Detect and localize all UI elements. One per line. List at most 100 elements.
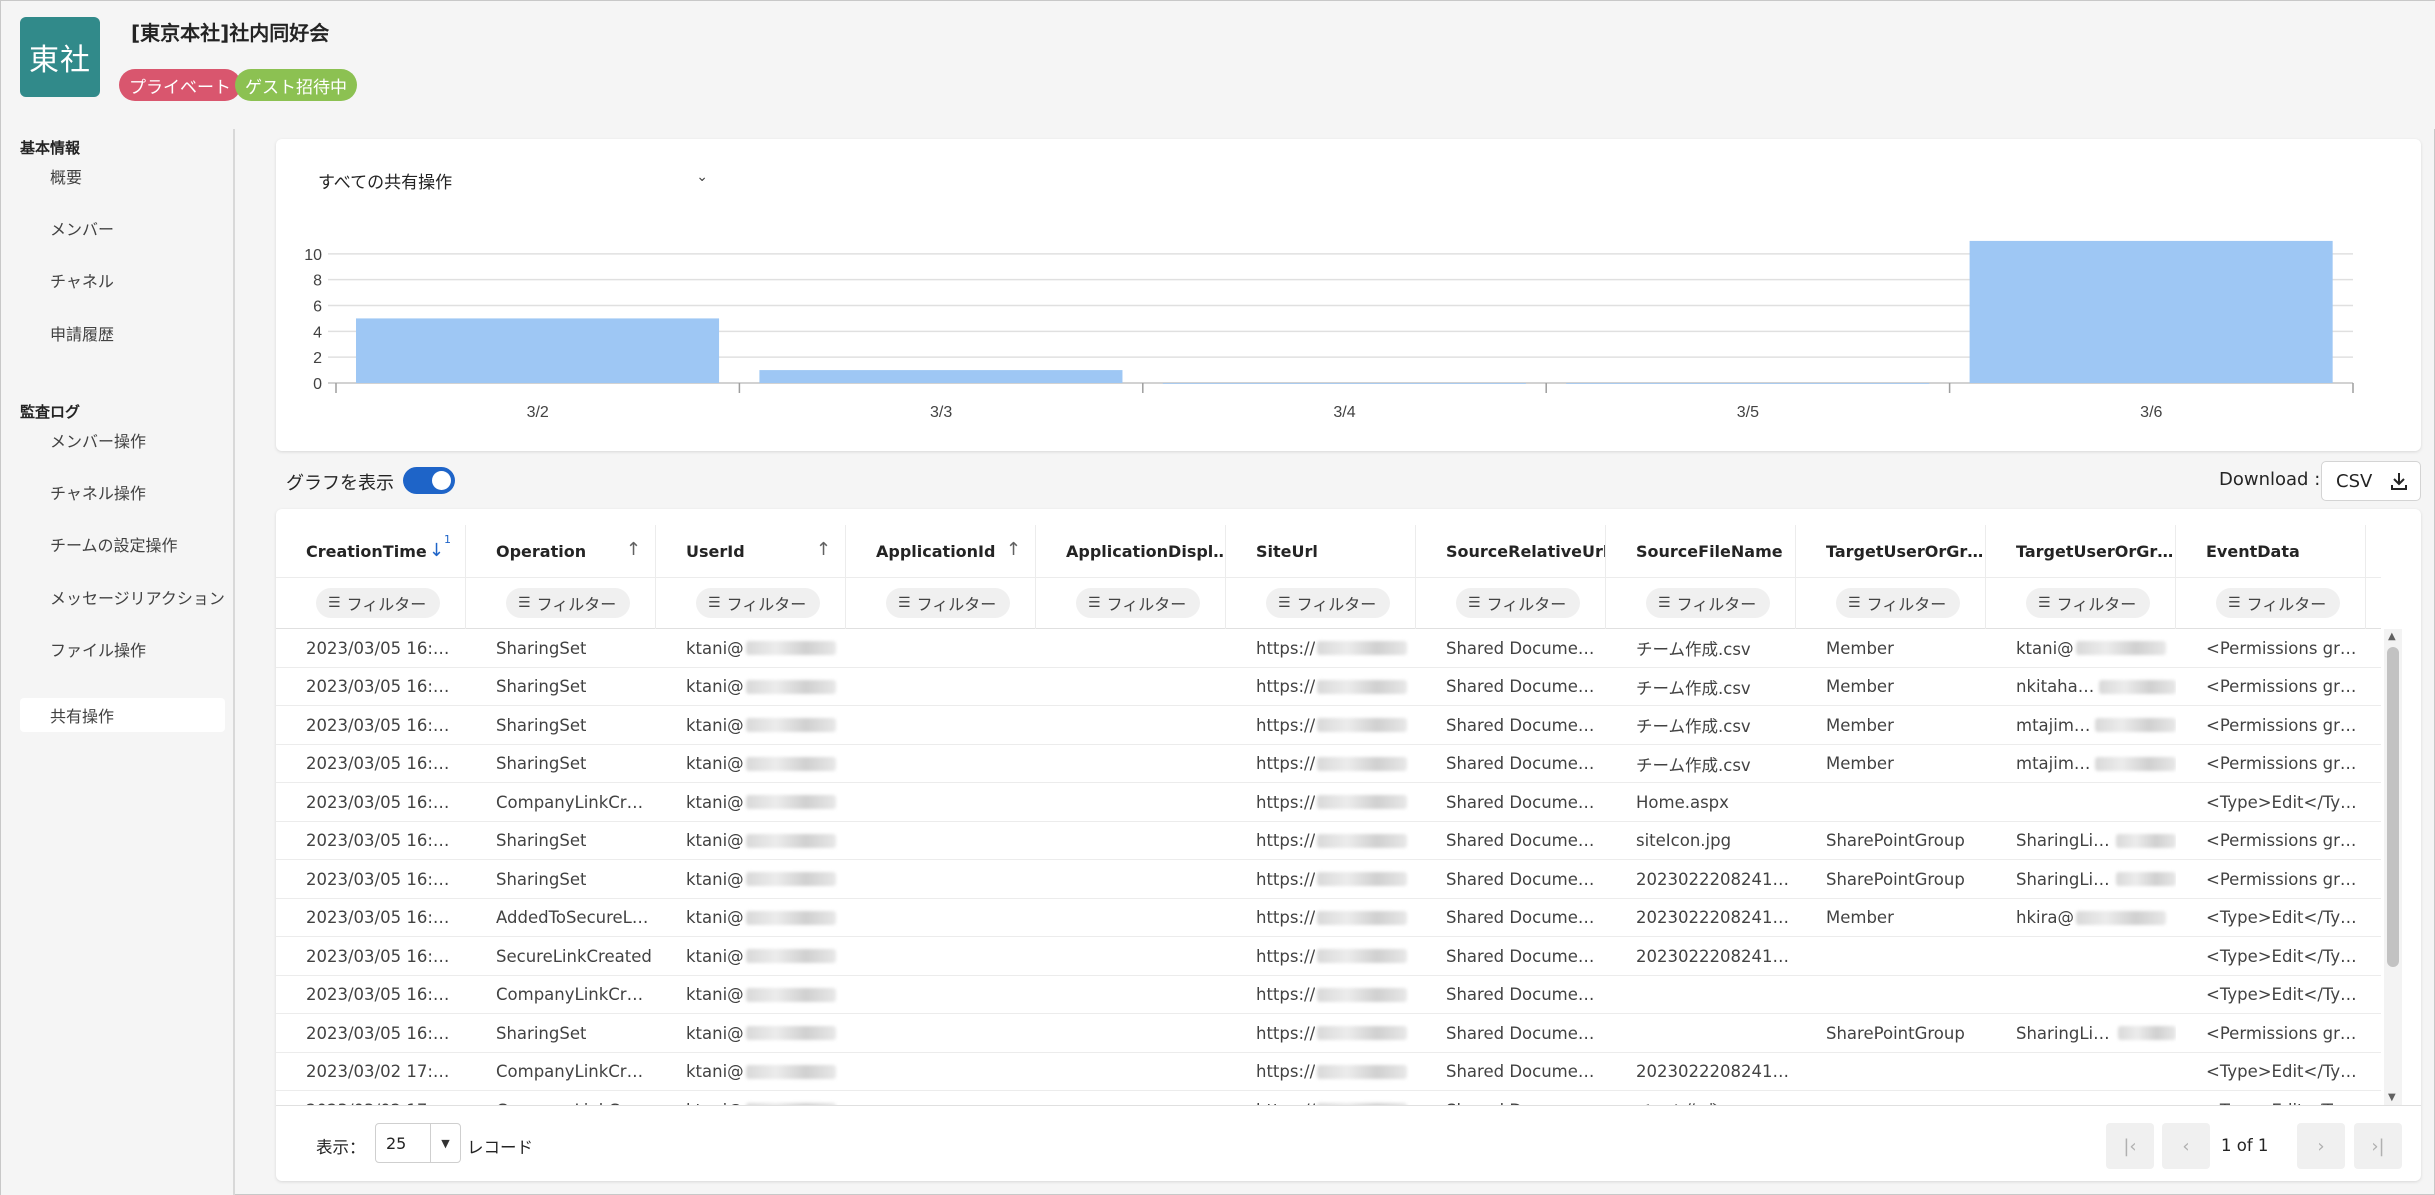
sidebar-item-channel-ops[interactable]: チャネル操作 (20, 475, 225, 509)
sidebar-item-team-settings-ops[interactable]: チームの設定操作 (20, 527, 225, 561)
column-header-label: SiteUrl (1256, 541, 1318, 561)
page-size-select[interactable]: 25 ▼ (375, 1123, 461, 1163)
table-row[interactable]: 2023/03/05 16:… SharingSet ktani@ https:// S… (276, 629, 2381, 668)
table-row[interactable]: 2023/03/05 16:… AddedToSecureL… ktani@ http… (276, 899, 2381, 937)
column-header[interactable]: EventData (2176, 525, 2366, 577)
sidebar-item-sharing-ops[interactable]: 共有操作 (20, 698, 225, 732)
filter-label: フィルター (346, 595, 427, 614)
column-header[interactable]: ApplicationDispl… (1036, 525, 1226, 577)
sort-asc-icon[interactable]: ↑ (626, 539, 641, 560)
cell-text: Shared Docume… (1446, 1062, 1595, 1081)
column-header[interactable]: UserId ↑ (656, 525, 846, 577)
column-header[interactable]: SiteUrl (1226, 525, 1416, 577)
redacted-value (745, 756, 836, 771)
table-cell: <Type>Edit</Ty… (2176, 976, 2366, 1014)
table-row[interactable]: 2023/03/02 17:…CompanyLinkCr…ktani@https… (276, 1091, 2381, 1105)
column-header[interactable]: TargetUserOrGr… (1986, 525, 2176, 577)
column-header-label: EventData (2206, 541, 2300, 561)
sort-asc-icon[interactable]: ↑ (1006, 539, 1021, 560)
next-page-button[interactable]: › (2297, 1123, 2345, 1169)
table-cell: ktani@ (656, 899, 846, 937)
first-page-button[interactable]: |‹ (2106, 1123, 2154, 1169)
filter-button[interactable]: ☰ フィルター (506, 588, 631, 618)
cell-text: SharingSet (496, 677, 587, 696)
filter-button[interactable]: ☰ フィルター (1836, 588, 1961, 618)
table-cell (1606, 1014, 1796, 1052)
scroll-thumb[interactable] (2387, 647, 2399, 967)
prev-page-button[interactable]: ‹ (2162, 1123, 2210, 1169)
csv-download-button[interactable]: CSV (2321, 461, 2421, 501)
column-header[interactable]: CreationTime ↓1 (276, 525, 466, 577)
filter-button[interactable]: ☰ フィルター (2216, 588, 2341, 618)
table-cell: Shared Docume… (1416, 976, 1606, 1014)
table-row[interactable]: 2023/03/05 16:… SharingSet ktani@ https:// S… (276, 706, 2381, 745)
sidebar-item-members[interactable]: メンバー (20, 211, 225, 245)
table-row[interactable]: 2023/03/05 16:… SharingSet ktani@ https:// S… (276, 822, 2381, 860)
filter-cell: ☰ フィルター (2176, 578, 2366, 629)
column-header[interactable]: ApplicationId ↑ (846, 525, 1036, 577)
redacted-value (745, 795, 836, 809)
cell-text: 2023/03/05 16:… (306, 831, 450, 850)
table-cell: ktani@ (656, 706, 846, 744)
filter-button[interactable]: ☰ フィルター (1456, 588, 1581, 618)
vertical-scrollbar[interactable]: ▲ ▼ (2384, 629, 2402, 1105)
column-header[interactable]: Operation ↑ (466, 525, 656, 577)
filter-cell: ☰ フィルター (1796, 578, 1986, 629)
filter-button[interactable]: ☰ フィルター (1266, 588, 1391, 618)
table-cell: ktani@ (656, 629, 846, 667)
cell-text: SharingSet (496, 1023, 587, 1043)
filter-button[interactable]: ☰ フィルター (316, 588, 441, 618)
sidebar-item-message-reactions[interactable]: メッセージリアクション (20, 580, 225, 614)
table-cell: <Permissions gr… (2176, 745, 2366, 783)
table-cell: 2023/03/05 16:… (276, 706, 466, 744)
page-size-label: 表示： (316, 1138, 366, 1157)
scroll-down-icon[interactable]: ▼ (2388, 1092, 2396, 1103)
column-header[interactable]: SourceFileName (1606, 525, 1796, 577)
redacted-value (2099, 679, 2176, 694)
graph-toggle[interactable] (403, 467, 455, 494)
x-tick-label: 3/3 (930, 404, 952, 421)
caret-down-icon[interactable]: ▼ (430, 1124, 460, 1162)
scroll-up-icon[interactable]: ▲ (2388, 631, 2396, 642)
sidebar-section-audit-log: 監査ログ (20, 403, 81, 421)
table-row[interactable]: 2023/03/05 16:… SharingSet ktani@ https:// S… (276, 745, 2381, 783)
filter-button[interactable]: ☰ フィルター (696, 588, 821, 618)
table-cell: SharingSet (466, 629, 656, 667)
sidebar-item-channels[interactable]: チャネル (20, 263, 225, 297)
filter-button[interactable]: ☰ フィルター (886, 588, 1011, 618)
table-row[interactable]: 2023/03/05 16:… SecureLinkCreated ktani@ ht… (276, 937, 2381, 976)
table-row[interactable]: 2023/03/05 16:… SharingSet ktani@ https:// S… (276, 860, 2381, 899)
sort-asc-icon[interactable]: ↑ (816, 539, 831, 560)
table-cell: 2023/03/05 16:… (276, 1014, 466, 1052)
table-row[interactable]: 2023/03/02 17:…CompanyLinkCr…ktani@https… (276, 1053, 2381, 1091)
cell-text: siteIcon.jpg (1636, 831, 1732, 850)
table-cell: <Permissions gr… (2176, 668, 2366, 706)
filter-label: フィルター (1676, 595, 1757, 614)
sidebar-item-request-history[interactable]: 申請履歴 (20, 316, 225, 350)
redacted-value (745, 1026, 836, 1040)
filter-button[interactable]: ☰ フィルター (2026, 588, 2151, 618)
sidebar-item-file-ops[interactable]: ファイル操作 (20, 632, 225, 666)
table-cell: ktani@ (656, 1091, 846, 1105)
table-row[interactable]: 2023/03/05 16:… CompanyLinkCr… ktani@ https… (276, 976, 2381, 1014)
table-row[interactable]: 2023/03/05 16:… CompanyLinkCr… ktani@ https… (276, 783, 2381, 822)
cell-text: 2023/03/05 16:… (306, 946, 450, 966)
pagination-bar: 表示： 25 ▼ レコード |‹ ‹ 1 of 1 › ›| (276, 1105, 2421, 1181)
filter-button[interactable]: ☰ フィルター (1646, 588, 1771, 618)
sort-desc-icon[interactable]: ↓1 (429, 533, 451, 561)
sidebar-item-overview[interactable]: 概要 (20, 159, 225, 193)
table-row[interactable]: 2023/03/05 16:… SharingSet ktani@ https:// S… (276, 668, 2381, 706)
column-header[interactable]: SourceRelativeUrl (1416, 525, 1606, 577)
sidebar-item-member-ops[interactable]: メンバー操作 (20, 423, 225, 457)
redacted-value (1317, 1026, 1408, 1040)
filter-button[interactable]: ☰ フィルター (1076, 588, 1201, 618)
table-cell: 2023022208241… (1606, 1053, 1796, 1091)
cell-text: ktani@ (686, 638, 744, 658)
table-cell: <Type>Edit</Ty… (2176, 1091, 2366, 1106)
column-header[interactable]: TargetUserOrGr… (1796, 525, 1986, 577)
last-page-button[interactable]: ›| (2354, 1123, 2402, 1169)
cell-text: <Type>Edit</Ty… (2206, 946, 2357, 966)
table-row[interactable]: 2023/03/05 16:… SharingSet ktani@ https:// S… (276, 1014, 2381, 1053)
cell-text: ktani@ (686, 1062, 744, 1081)
cell-text: SharingSet (496, 831, 587, 850)
